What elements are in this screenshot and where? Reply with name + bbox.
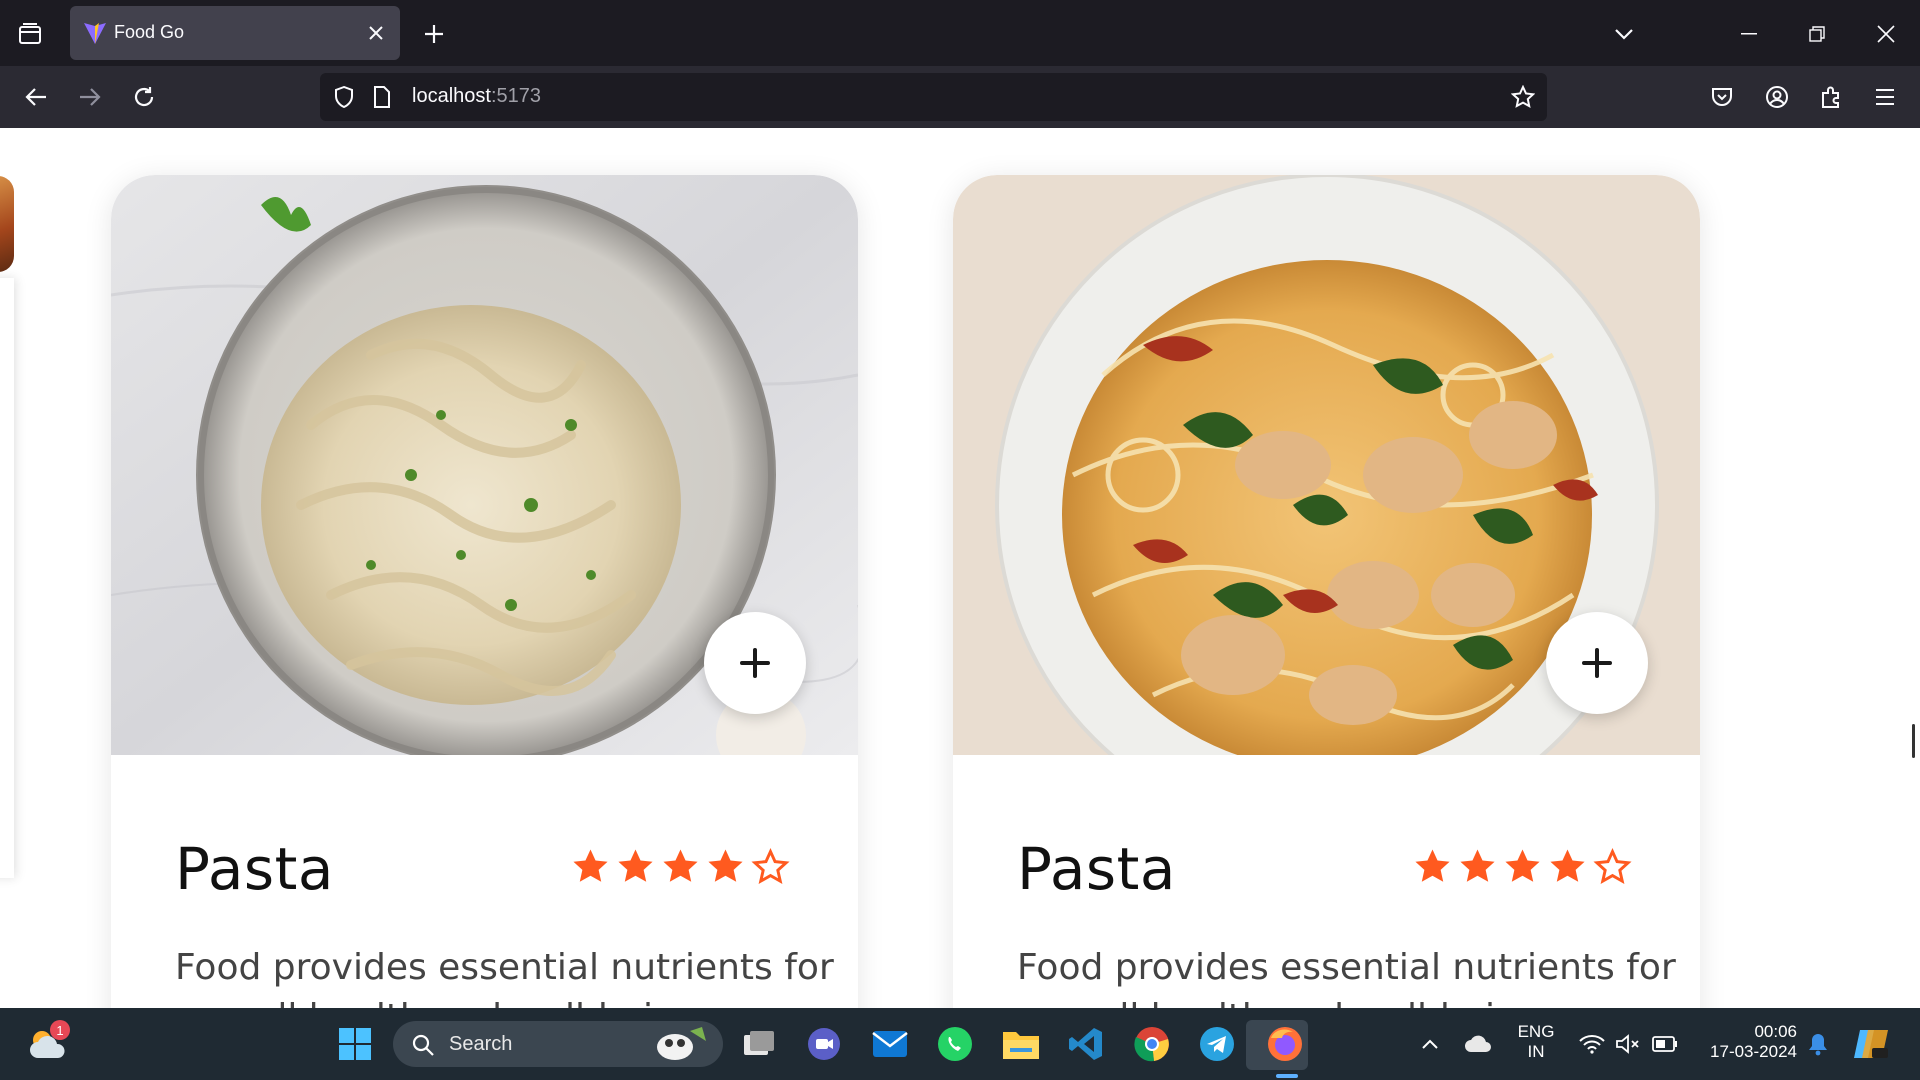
star-filled-icon	[1415, 849, 1450, 882]
plus-icon	[740, 648, 770, 678]
whatsapp-icon[interactable]	[933, 1022, 977, 1066]
food-description-continued: overall health and well-being.	[175, 997, 710, 1008]
search-icon	[412, 1034, 434, 1056]
vscode-icon[interactable]	[1064, 1022, 1108, 1066]
browser-tab-bar: Food Go	[0, 0, 1920, 66]
star-rating	[1413, 847, 1632, 886]
clock-date: 17-03-2024	[1710, 1042, 1797, 1061]
scrollbar-thumb[interactable]	[1912, 724, 1915, 758]
onedrive-cloud-icon[interactable]	[1456, 1022, 1500, 1066]
menu-icon[interactable]	[1868, 80, 1902, 114]
close-tab-icon[interactable]	[364, 21, 388, 45]
new-tab-icon[interactable]	[418, 18, 450, 50]
food-card: Pasta Food provides essential nutrients …	[111, 175, 858, 1008]
star-empty-icon	[751, 847, 790, 885]
url-port: :5173	[490, 85, 541, 107]
vite-logo-icon	[82, 20, 108, 46]
page-content: Pasta Food provides essential nutrients …	[0, 128, 1920, 1008]
pocket-icon[interactable]	[1705, 80, 1739, 114]
account-icon[interactable]	[1760, 80, 1794, 114]
previous-card-image	[0, 176, 14, 272]
food-title: Pasta	[1017, 835, 1176, 903]
star-filled-icon	[573, 849, 608, 882]
browser-nav-bar: localhost:5173	[0, 66, 1920, 128]
telegram-icon[interactable]	[1195, 1022, 1239, 1066]
notification-bell-icon[interactable]	[1796, 1022, 1840, 1066]
search-label: Search	[449, 1033, 513, 1055]
notification-badge: 1	[50, 1020, 70, 1040]
food-description: Food provides essential nutrients for	[1017, 947, 1676, 988]
copilot-icon[interactable]	[1849, 1022, 1893, 1066]
taskbar-search-box[interactable]: Search	[393, 1021, 723, 1067]
search-highlight-icon	[657, 1027, 706, 1060]
bookmark-star-icon[interactable]	[1511, 85, 1535, 109]
teams-meet-icon[interactable]	[802, 1022, 846, 1066]
star-filled-icon	[1460, 849, 1495, 882]
star-filled-icon	[663, 849, 698, 882]
chevron-up-icon[interactable]	[1408, 1022, 1452, 1066]
food-description-continued: overall health and well-being.	[1017, 997, 1552, 1008]
food-description: Food provides essential nutrients for	[175, 947, 834, 988]
windows-start-icon[interactable]	[333, 1022, 377, 1066]
star-filled-icon	[1550, 849, 1585, 882]
previous-card-body	[0, 278, 14, 878]
star-filled-icon	[708, 849, 743, 882]
language-code: ENG	[1517, 1022, 1555, 1041]
close-window-icon[interactable]	[1866, 14, 1906, 54]
language-indicator[interactable]: ENG IN	[1508, 1022, 1564, 1062]
windows-taskbar: 1 Search ENG IN 00:06 17-03-2024	[0, 1008, 1920, 1080]
food-card: Pasta Food provides essential nutrients …	[953, 175, 1700, 1008]
star-filled-icon	[1505, 849, 1540, 882]
firefox-icon[interactable]	[1263, 1022, 1307, 1066]
tab-title: Food Go	[114, 22, 185, 42]
add-to-cart-button[interactable]	[1546, 612, 1648, 714]
url-bar[interactable]: localhost:5173	[320, 73, 1547, 121]
restore-icon[interactable]	[1797, 14, 1837, 54]
chevron-down-icon[interactable]	[1608, 18, 1640, 50]
battery-icon[interactable]	[1643, 1022, 1687, 1066]
url-host: localhost	[412, 85, 491, 107]
clock[interactable]: 00:06 17-03-2024	[1697, 1022, 1797, 1062]
previous-card-partial	[0, 128, 14, 1008]
shield-icon[interactable]	[332, 85, 356, 109]
extensions-icon[interactable]	[1814, 80, 1848, 114]
forward-icon[interactable]	[73, 80, 107, 114]
browser-tab-active[interactable]: Food Go	[70, 6, 400, 60]
star-rating	[571, 847, 790, 886]
language-region: IN	[1527, 1042, 1545, 1061]
chrome-icon[interactable]	[1130, 1022, 1174, 1066]
reload-icon[interactable]	[127, 80, 161, 114]
back-icon[interactable]	[19, 80, 53, 114]
food-title: Pasta	[175, 835, 334, 903]
tab-list-icon[interactable]	[14, 18, 46, 50]
clock-time: 00:06	[1754, 1022, 1797, 1041]
url-text: localhost:5173	[412, 85, 541, 108]
star-filled-icon	[618, 849, 653, 882]
file-explorer-icon[interactable]	[999, 1022, 1043, 1066]
mail-icon[interactable]	[868, 1022, 912, 1066]
minimize-icon[interactable]	[1729, 14, 1769, 54]
task-view-icon[interactable]	[737, 1022, 781, 1066]
page-icon[interactable]	[370, 85, 394, 109]
star-empty-icon	[1593, 847, 1632, 885]
plus-icon	[1582, 648, 1612, 678]
add-to-cart-button[interactable]	[704, 612, 806, 714]
active-app-indicator	[1276, 1074, 1298, 1078]
